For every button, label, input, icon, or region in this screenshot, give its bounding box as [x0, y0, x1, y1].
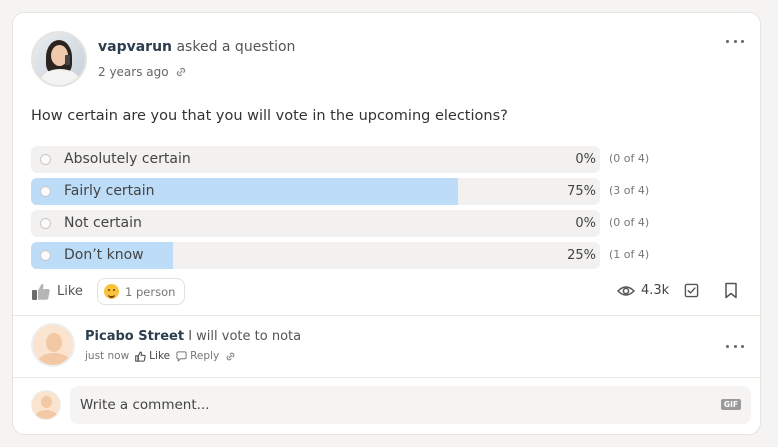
poll-option[interactable]: Absolutely certain 0% (0 of 4) [31, 146, 651, 173]
poll-option-radio[interactable] [40, 186, 51, 197]
comment-like-label: Like [149, 350, 171, 362]
comment-text: I will vote to nota [188, 329, 302, 344]
poll-option-label: Not certain [64, 215, 142, 231]
eye-icon [617, 285, 635, 296]
comment-reply-button[interactable]: Reply [176, 350, 219, 362]
post-header: vapvarun asked a question 2 years ago [31, 31, 731, 89]
comment-meta: just now Like Reply [85, 350, 236, 362]
link-icon[interactable] [225, 351, 236, 362]
poll-option-percent: 75% [567, 184, 596, 199]
poll-question: How certain are you that you will vote i… [31, 108, 508, 124]
author-avatar[interactable] [31, 31, 87, 87]
poll-option-label: Absolutely certain [64, 151, 191, 167]
current-user-avatar [31, 390, 61, 420]
commenter-avatar[interactable] [31, 323, 75, 367]
poll-option-radio[interactable] [40, 250, 51, 261]
poll-options: Absolutely certain 0% (0 of 4) Fairly ce… [31, 146, 651, 274]
poll-option-label: Fairly certain [64, 183, 155, 199]
post-meta: 2 years ago [98, 65, 187, 79]
link-icon[interactable] [175, 66, 187, 78]
laughing-emoji-icon [104, 284, 119, 299]
poll-option-percent: 25% [567, 248, 596, 263]
commenter-name[interactable]: Picabo Street [85, 329, 184, 344]
comment-like-button[interactable]: Like [135, 350, 170, 362]
comment-time[interactable]: just now [85, 350, 129, 362]
comment-more-options-icon[interactable] [726, 338, 744, 354]
activity-card: vapvarun asked a question 2 years ago Ho… [12, 12, 761, 435]
like-button[interactable]: Like [31, 281, 83, 301]
comment-input[interactable]: Write a comment... GIF [70, 386, 751, 424]
author-line: vapvarun asked a question [98, 39, 295, 55]
like-label: Like [57, 283, 83, 299]
reaction-summary[interactable]: 1 person [97, 278, 186, 305]
author-action: asked a question [176, 39, 296, 55]
post-more-options-icon[interactable] [726, 33, 744, 49]
divider [13, 377, 760, 378]
comment-line: Picabo Street I will vote to nota [85, 329, 301, 344]
mark-done-icon[interactable] [684, 283, 699, 302]
reaction-count: 1 person [125, 284, 176, 299]
comment-composer: Write a comment... GIF [31, 386, 751, 426]
views-value: 4.3k [641, 283, 670, 298]
poll-option[interactable]: Don’t know 25% (1 of 4) [31, 242, 651, 269]
poll-option[interactable]: Not certain 0% (0 of 4) [31, 210, 651, 237]
poll-option-count: (3 of 4) [609, 184, 650, 197]
post-time[interactable]: 2 years ago [98, 65, 169, 79]
poll-option-count: (1 of 4) [609, 248, 650, 261]
thumbs-up-icon [32, 283, 50, 300]
gif-button[interactable]: GIF [720, 399, 741, 410]
thumbs-up-icon [135, 351, 146, 362]
comment-item: Picabo Street I will vote to nota just n… [31, 323, 743, 373]
poll-option-label: Don’t know [64, 247, 144, 263]
poll-option-percent: 0% [575, 216, 596, 231]
poll-option-count: (0 of 4) [609, 152, 650, 165]
poll-option-percent: 0% [575, 152, 596, 167]
view-count: 4.3k [617, 283, 669, 298]
poll-option-count: (0 of 4) [609, 216, 650, 229]
comment-placeholder: Write a comment... [80, 397, 210, 413]
comment-reply-label: Reply [190, 350, 220, 362]
speech-bubble-icon [176, 350, 187, 362]
poll-option-radio[interactable] [40, 218, 51, 229]
divider [13, 315, 760, 316]
post-actions: Like 1 person 4.3k [31, 277, 743, 307]
poll-option[interactable]: Fairly certain 75% (3 of 4) [31, 178, 651, 205]
author-name[interactable]: vapvarun [98, 39, 172, 55]
bookmark-icon[interactable] [724, 282, 738, 303]
poll-option-radio[interactable] [40, 154, 51, 165]
